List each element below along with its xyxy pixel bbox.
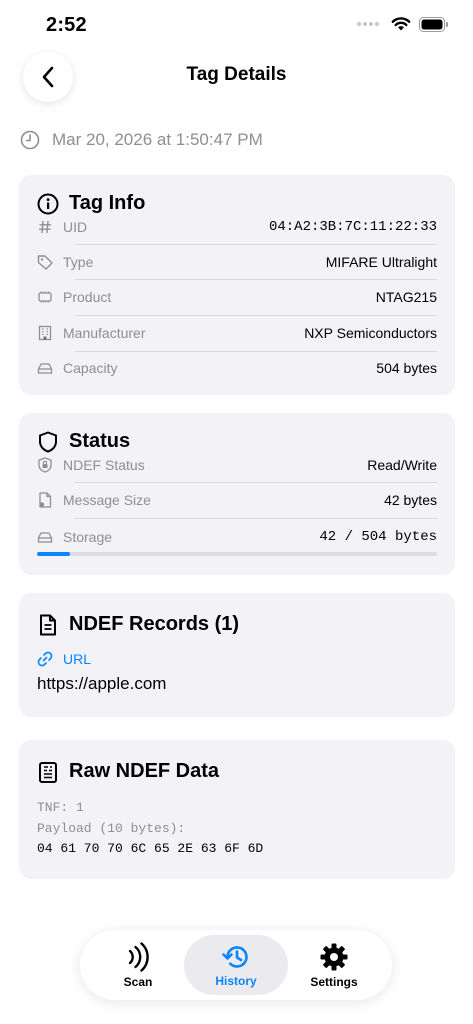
chip-icon [37,289,53,305]
status-title: Status [69,430,131,452]
tag-info-title: Tag Info [69,192,146,214]
document-text-icon [37,614,59,636]
navigation-bar: Tag Details [0,48,473,104]
tab-settings-label: Settings [310,974,358,989]
ndef-status-row: NDEF Status Read/Write [37,453,437,477]
document-icon [37,492,53,508]
tab-settings[interactable]: Settings [282,935,386,995]
data-document-icon [37,761,59,783]
type-label: Type [63,254,94,270]
ndef-status-label: NDEF Status [63,457,145,473]
battery-icon [419,16,448,32]
raw-payload-label: Payload (10 bytes): [37,821,186,836]
info-circle-icon [37,193,59,215]
capacity-label: Capacity [63,360,118,376]
scan-date-row: Mar 20, 2026 at 1:50:47 PM [20,130,263,150]
record-type: URL [37,651,91,667]
link-icon [37,651,53,667]
message-size-value: 42 bytes [384,492,437,508]
product-row: Product NTAG215 [37,285,437,309]
shield-icon [37,431,59,453]
capacity-row: Capacity 504 bytes [37,356,437,380]
status-time: 2:52 [46,14,87,36]
cellular-icon [357,22,379,26]
product-value: NTAG215 [375,289,437,305]
ndef-status-value: Read/Write [367,457,437,473]
history-icon [222,945,248,968]
divider [75,482,437,483]
storage-value: 42 / 504 bytes [319,529,437,545]
raw-ndef-card: Raw NDEF Data TNF: 1 Payload (10 bytes):… [19,740,455,879]
capacity-value: 504 bytes [376,360,437,376]
gear-icon [320,943,348,970]
tab-scan-label: Scan [123,974,153,989]
drive-icon [37,360,53,376]
wifi-icon [391,17,411,31]
tab-history-label: History [215,973,257,988]
status-card: Status NDEF Status Read/Write Message Si… [19,413,455,575]
status-icons [357,16,449,32]
raw-ndef-header: Raw NDEF Data [37,760,219,783]
building-icon [37,325,53,341]
ndef-records-header: NDEF Records (1) [37,613,239,636]
record-type-label: URL [63,651,92,667]
message-size-label: Message Size [63,492,151,508]
nfc-waves-icon [128,941,149,972]
lock-shield-icon [37,457,53,473]
tab-scan[interactable]: Scan [86,935,190,995]
raw-tnf: TNF: 1 [37,800,84,815]
tab-history[interactable]: History [184,935,288,995]
uid-row: UID 04:A2:3B:7C:11:22:33 [37,215,437,239]
type-value: MIFARE Ultralight [325,254,437,270]
scan-date: Mar 20, 2026 at 1:50:47 PM [52,130,263,149]
tab-bar: Scan History Settings [80,930,392,1000]
ndef-records-title: NDEF Records (1) [69,613,240,635]
record-value[interactable]: https://apple.com [37,674,166,694]
raw-ndef-title: Raw NDEF Data [69,760,220,782]
page-title: Tag Details [186,64,287,85]
hash-icon [37,219,53,235]
manufacturer-row: Manufacturer NXP Semiconductors [37,321,437,345]
divider [75,315,437,316]
drive-icon [37,529,53,545]
raw-payload-hex: 04 61 70 70 6C 65 2E 63 6F 6D [37,841,264,856]
type-row: Type MIFARE Ultralight [37,250,437,274]
storage-progress-fill [37,552,71,556]
tag-info-card: Tag Info UID 04:A2:3B:7C:11:22:33 Type M… [19,175,455,395]
message-size-row: Message Size 42 bytes [37,488,437,512]
uid-label: UID [63,219,88,235]
product-label: Product [63,289,112,305]
divider [75,351,437,352]
manufacturer-label: Manufacturer [63,325,146,341]
divider [75,244,437,245]
ndef-records-card: NDEF Records (1) URL https://apple.com [19,593,455,717]
storage-label: Storage [63,529,113,545]
status-bar: 2:52 [0,0,473,50]
manufacturer-value: NXP Semiconductors [304,325,437,341]
status-header: Status [37,430,130,453]
storage-progress-bar [37,552,437,556]
tag-icon [37,254,53,270]
divider [75,518,437,519]
storage-row: Storage 42 / 504 bytes [37,525,437,549]
divider [75,279,437,280]
clock-icon [20,130,40,150]
tag-info-header: Tag Info [37,192,145,215]
uid-value: 04:A2:3B:7C:11:22:33 [268,219,437,235]
